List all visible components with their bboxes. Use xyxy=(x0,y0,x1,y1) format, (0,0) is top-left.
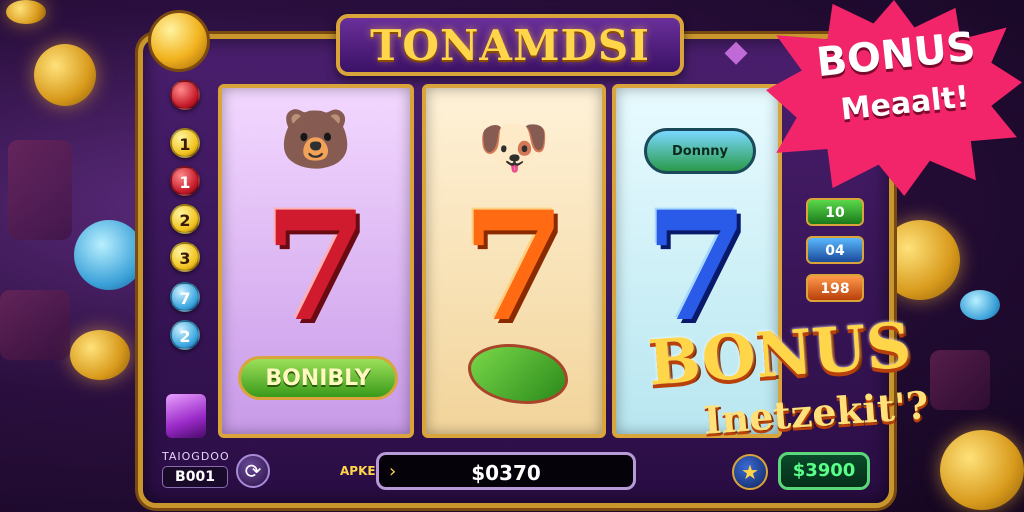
title-plate: TONAMDSI xyxy=(336,14,684,76)
seven-symbol: 7 xyxy=(461,179,567,355)
bet-value: $0370 xyxy=(471,461,541,485)
dog-face-icon: 🐶 xyxy=(477,113,551,181)
background-chip xyxy=(74,220,144,290)
background-card xyxy=(8,140,72,240)
payline-ball[interactable]: 1 xyxy=(170,128,200,158)
bonus-pill-symbol: BONIBLY xyxy=(238,356,398,400)
background-coin xyxy=(6,0,46,24)
gem-icon: ◆ xyxy=(724,34,748,69)
payline-ball[interactable]: 2 xyxy=(170,320,200,350)
background-card xyxy=(0,290,70,360)
background-coin xyxy=(34,44,96,106)
payline-value[interactable]: 04 xyxy=(806,236,864,264)
bear-face-icon: 🐻 xyxy=(279,105,353,173)
reel-1: 🐻 7 BONIBLY xyxy=(218,84,414,438)
left-payline-column: 1 1 2 3 7 2 xyxy=(162,70,208,430)
background-coin xyxy=(940,430,1024,510)
bet-field[interactable]: › $0370 xyxy=(376,452,636,490)
gold-orb-ornament xyxy=(148,10,210,72)
payline-value[interactable]: 10 xyxy=(806,198,864,226)
seven-symbol: 7 xyxy=(263,179,369,355)
star-button[interactable]: ★ xyxy=(732,454,768,490)
background-coin xyxy=(70,330,130,380)
payline-ball[interactable]: 3 xyxy=(170,242,200,272)
payline-ball[interactable]: 1 xyxy=(170,166,200,196)
reel-2: 🐶 7 xyxy=(422,84,606,438)
win-amount: $3900 xyxy=(778,452,870,490)
spin-button[interactable]: ⟳ xyxy=(236,454,270,488)
purple-gem-icon xyxy=(166,394,206,438)
payline-value[interactable]: 198 xyxy=(806,274,864,302)
credit-value: B001 xyxy=(162,466,228,488)
red-ball-icon xyxy=(170,80,200,110)
payline-ball[interactable]: 7 xyxy=(170,282,200,312)
gem-badge-symbol: Donnny xyxy=(644,128,756,174)
payline-ball[interactable]: 2 xyxy=(170,204,200,234)
bet-label: APKE xyxy=(340,464,376,478)
game-title: TONAMDSI xyxy=(370,20,650,70)
star-icon: ★ xyxy=(741,460,759,484)
background-chip xyxy=(960,290,1000,320)
refresh-icon: ⟳ xyxy=(244,459,262,483)
credit-label: TAIOGDOO xyxy=(162,450,230,463)
control-bar: TAIOGDOO B001 ⟳ APKE › $0370 ★ $3900 xyxy=(150,446,872,496)
